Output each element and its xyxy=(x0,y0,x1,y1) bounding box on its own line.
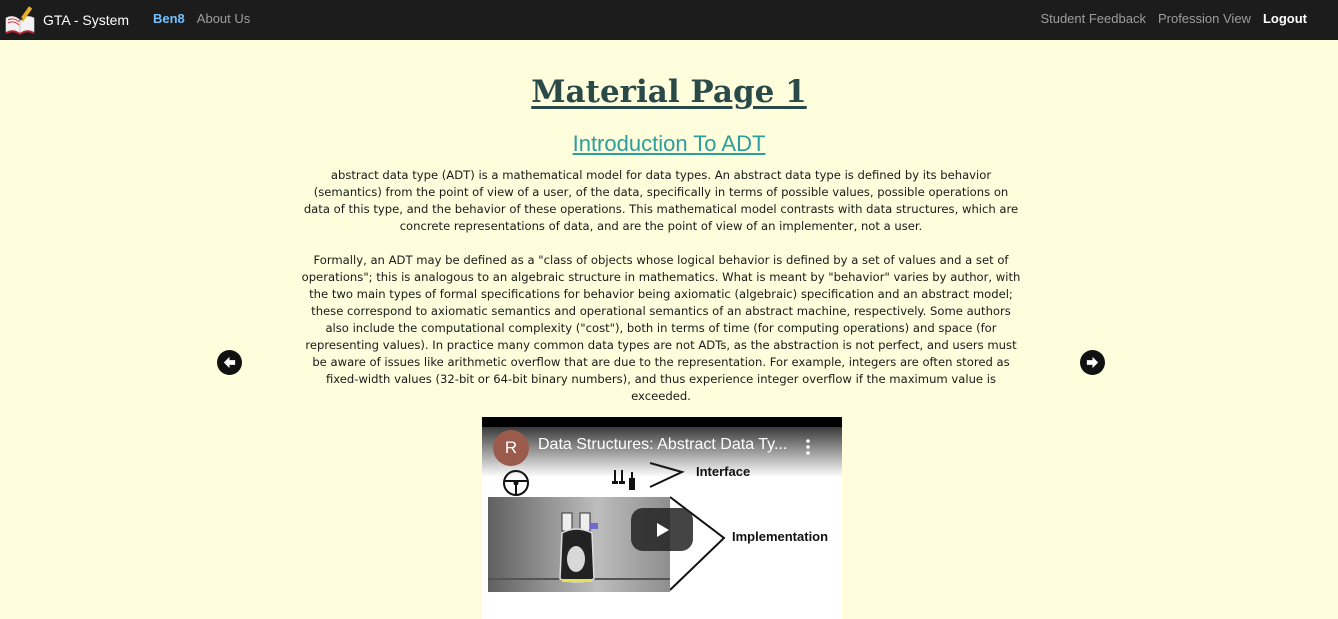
top-navbar: GTA - System Ben8 About Us Student Feedb… xyxy=(0,0,1338,40)
play-button[interactable] xyxy=(631,508,693,551)
more-options-icon[interactable] xyxy=(801,438,815,456)
nav-user-link[interactable]: Ben8 xyxy=(153,11,185,26)
diagram-label-interface: Interface xyxy=(696,464,751,479)
brand-name: GTA - System xyxy=(43,12,130,28)
arrow-right-icon xyxy=(1086,356,1099,369)
nav-about-link[interactable]: About Us xyxy=(197,11,250,26)
logout-link[interactable]: Logout xyxy=(1263,11,1307,26)
brand-link[interactable]: GTA - System xyxy=(4,3,129,37)
nav-profession-view-link[interactable]: Profession View xyxy=(1158,11,1251,26)
section-title: Introduction To ADT xyxy=(0,131,1338,157)
material-content: abstract data type (ADT) is a mathematic… xyxy=(301,167,1021,405)
diagram-label-implementation: Implementation xyxy=(732,529,829,544)
video-embed[interactable]: R Data Structures: Abstract Data Ty... I… xyxy=(482,417,842,619)
video-title[interactable]: Data Structures: Abstract Data Ty... xyxy=(538,436,787,454)
book-pencil-icon xyxy=(5,6,35,35)
channel-avatar[interactable]: R xyxy=(493,430,529,466)
page-title: Material Page 1 xyxy=(0,74,1338,110)
nav-student-feedback-link[interactable]: Student Feedback xyxy=(1040,11,1146,26)
previous-page-button[interactable] xyxy=(217,350,242,375)
arrow-left-icon xyxy=(223,356,236,369)
page-title-text: Material Page 1 xyxy=(531,74,807,110)
material-paragraph-2: Formally, an ADT may be defined as a "cl… xyxy=(301,253,1021,403)
section-title-text: Introduction To ADT xyxy=(572,131,766,156)
material-paragraph-1: abstract data type (ADT) is a mathematic… xyxy=(303,168,1019,233)
next-page-button[interactable] xyxy=(1080,350,1105,375)
play-icon xyxy=(657,522,669,537)
car-image xyxy=(559,512,598,583)
